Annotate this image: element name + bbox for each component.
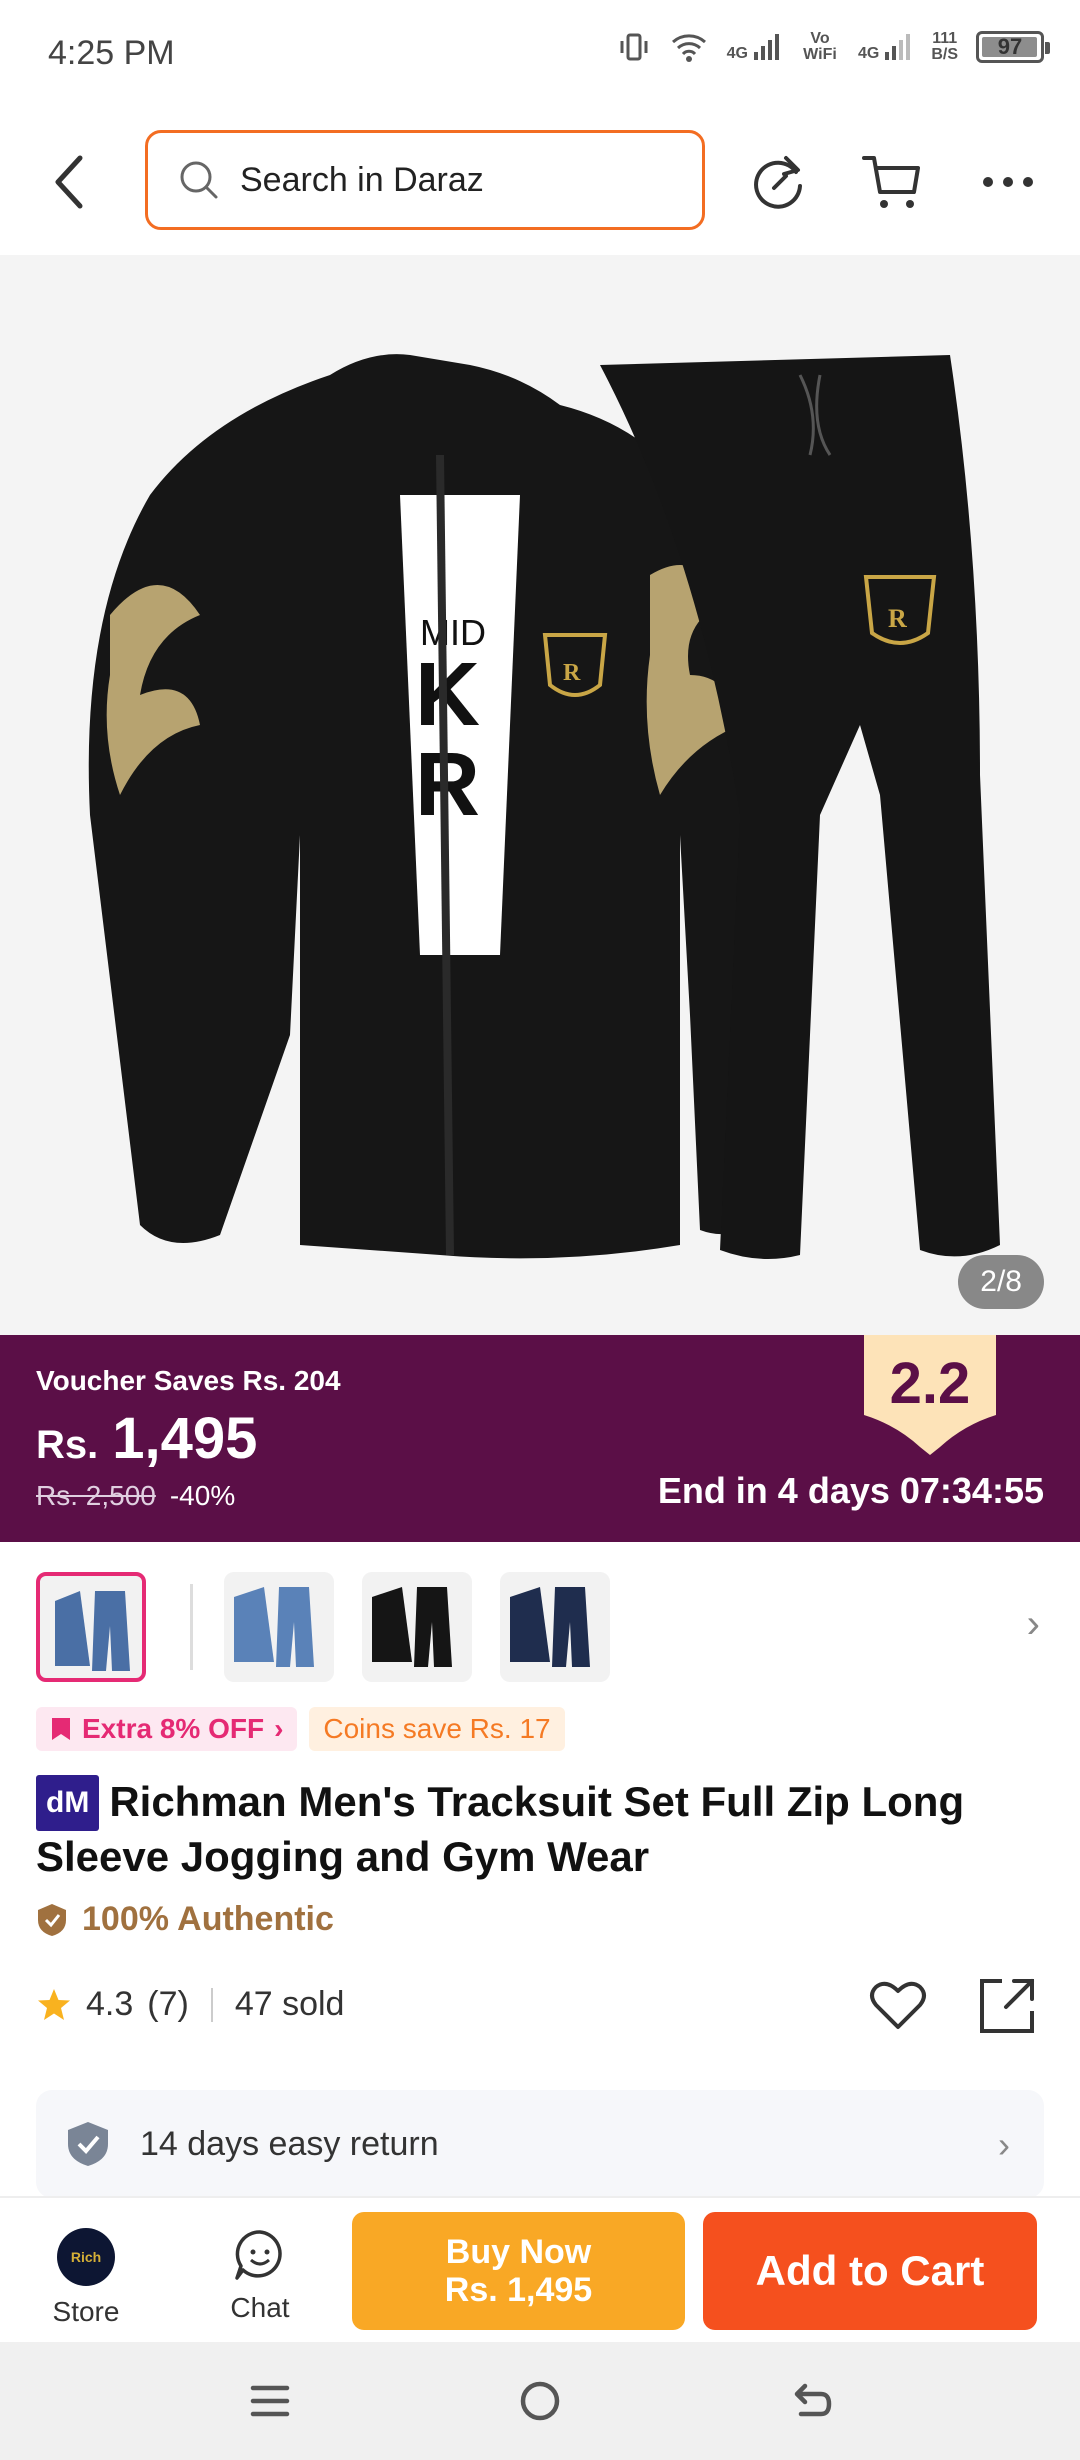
original-price: Rs. 2,500 <box>36 1480 156 1511</box>
signal-group-1: 4G <box>727 32 782 62</box>
signal-icon <box>753 34 779 60</box>
product-image-gallery[interactable]: MID K R R R 2/8 <box>0 255 1080 1335</box>
variant-thumb-3[interactable] <box>362 1572 472 1682</box>
discount-percent: -40% <box>169 1480 236 1511</box>
daraz-mall-badge: dM <box>36 1775 100 1831</box>
search-placeholder: Search in Daraz <box>240 160 484 199</box>
store-logo: Rich <box>57 2228 115 2286</box>
system-navigation-bar <box>0 2342 1080 2460</box>
authentic-badge: 100% Authentic <box>36 1900 334 1939</box>
sold-count: 47 sold <box>234 1985 345 2023</box>
store-label: Store <box>52 2296 120 2327</box>
star-icon <box>38 1988 70 2020</box>
network-type-label-2: 4G <box>857 45 880 62</box>
chat-label: Chat <box>230 2292 290 2323</box>
chevron-right-icon: › <box>274 1713 284 1744</box>
variant-image <box>55 1591 130 1671</box>
promo-tags: Extra 8% OFF › Coins save Rs. 17 <box>36 1707 565 1751</box>
price: Rs. 1,495 <box>36 1405 257 1472</box>
add-to-cart-button[interactable]: Add to Cart <box>703 2212 1037 2330</box>
cart-icon[interactable] <box>860 150 924 214</box>
coins-tag: Coins save Rs. 17 <box>309 1707 565 1751</box>
review-count: (7) <box>147 1985 189 2023</box>
variant-image <box>372 1587 452 1667</box>
original-price-row: Rs. 2,500 -40% <box>36 1480 235 1512</box>
recents-menu-icon[interactable] <box>245 2376 295 2426</box>
net-speed-value: 111 <box>932 30 958 47</box>
chat-button[interactable]: Chat <box>200 2228 320 2324</box>
variant-thumb-1[interactable] <box>36 1572 146 1682</box>
product-title: dM Richman Men's Tracksuit Set Full Zip L… <box>36 1775 1046 1883</box>
easy-return-label: 14 days easy return <box>140 2124 439 2163</box>
vibrate-icon <box>620 33 648 61</box>
status-bar: 4:25 PM 4G Vo WiFi 4G 111 B/S 97 <box>0 0 1080 110</box>
back-icon[interactable] <box>40 146 104 218</box>
image-counter: 2/8 <box>958 1255 1044 1309</box>
wifi-icon <box>671 34 706 62</box>
wishlist-heart-icon[interactable] <box>868 1975 928 2035</box>
thumb-divider <box>190 1584 193 1670</box>
buy-now-button[interactable]: Buy Now Rs. 1,495 <box>352 2212 685 2330</box>
signal-weak-icon <box>885 34 911 60</box>
search-input[interactable]: Search in Daraz <box>145 130 705 230</box>
extra-off-tag[interactable]: Extra 8% OFF › <box>36 1707 298 1751</box>
shield-check-icon <box>68 2122 108 2166</box>
svg-text:K: K <box>415 645 480 745</box>
chat-icon <box>235 2230 282 2280</box>
battery-icon: 97 <box>976 31 1050 63</box>
variant-thumbnails: › <box>0 1572 1080 1692</box>
status-icons: 4G Vo WiFi 4G 111 B/S 97 <box>617 30 1050 64</box>
price-promo-band: Voucher Saves Rs. 204 Rs. 1,495 Rs. 2,50… <box>0 1335 1080 1542</box>
buy-now-price: Rs. 1,495 <box>444 2271 593 2309</box>
extra-off-label: Extra 8% OFF <box>82 1713 265 1744</box>
product-image: MID K R R R <box>0 255 1080 1335</box>
price-currency: Rs. <box>36 1423 99 1467</box>
bottom-action-bar: Rich Store Chat Buy Now Rs. 1,495 Add to… <box>0 2196 1080 2342</box>
net-speed-unit: B/S <box>931 46 958 63</box>
variant-thumb-2[interactable] <box>224 1572 334 1682</box>
home-circle-icon[interactable] <box>515 2376 565 2426</box>
product-title-text: Richman Men's Tracksuit Set Full Zip Lon… <box>36 1778 965 1880</box>
chevron-right-icon: › <box>998 2124 1010 2165</box>
volte-label: Vo WiFi <box>803 30 837 63</box>
rating-value: 4.3 <box>86 1985 134 2023</box>
chevron-right-icon[interactable]: › <box>1027 1602 1040 1647</box>
campaign-badge-text: 2.2 <box>890 1351 971 1416</box>
rating-row[interactable]: 4.3 (7) 47 sold <box>36 1985 344 2024</box>
share-icon[interactable] <box>976 1975 1038 2037</box>
network-type-label: 4G <box>726 45 748 62</box>
status-time: 4:25 PM <box>48 34 175 72</box>
variant-thumb-4[interactable] <box>500 1572 610 1682</box>
shield-check-icon <box>38 1903 66 1936</box>
svg-text:R: R <box>888 604 907 633</box>
campaign-badge: 2.2 <box>864 1335 996 1455</box>
buy-now-label: Buy Now <box>445 2233 592 2271</box>
battery-level: 97 <box>997 34 1023 59</box>
back-gesture-icon[interactable] <box>785 2376 835 2426</box>
voucher-icon <box>52 1718 70 1740</box>
voucher-savings: Voucher Saves Rs. 204 <box>36 1365 341 1396</box>
store-button[interactable]: Rich Store <box>26 2228 146 2328</box>
easy-return-row[interactable]: 14 days easy return › <box>36 2090 1044 2198</box>
variant-image <box>510 1587 590 1667</box>
svg-text:R: R <box>563 660 581 686</box>
signal-group-2: 4G <box>858 32 913 62</box>
more-icon[interactable] <box>976 150 1040 214</box>
divider <box>210 1987 213 2022</box>
authentic-label: 100% Authentic <box>82 1900 334 1938</box>
variant-image <box>234 1587 314 1667</box>
top-header: Search in Daraz <box>0 110 1080 255</box>
share-refresh-icon[interactable] <box>746 150 810 214</box>
price-value: 1,495 <box>112 1406 258 1471</box>
countdown-timer: End in 4 days 07:34:55 <box>657 1470 1044 1511</box>
search-icon <box>180 161 218 199</box>
net-speed: 111 B/S <box>931 31 958 63</box>
